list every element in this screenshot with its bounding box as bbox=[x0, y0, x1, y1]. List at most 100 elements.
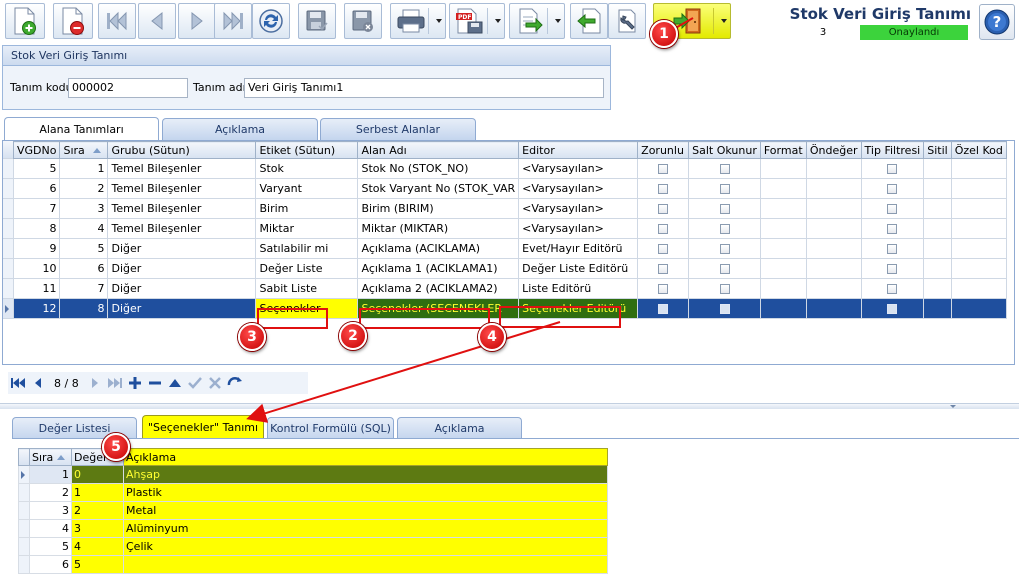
nav-edit-button[interactable] bbox=[165, 374, 185, 392]
cell-options-aciklama[interactable]: Plastik bbox=[123, 483, 608, 502]
nav-cancel-button[interactable] bbox=[205, 374, 225, 392]
cell-vgdno[interactable]: 11 bbox=[12, 278, 61, 299]
cell-salt-okunur[interactable] bbox=[688, 218, 761, 239]
cell-grubu[interactable]: Diğer bbox=[107, 298, 257, 319]
cell-tip-filtresi[interactable] bbox=[860, 198, 925, 219]
panel-splitter[interactable] bbox=[0, 403, 1019, 409]
cell-zorunlu[interactable] bbox=[637, 218, 690, 239]
checkbox[interactable] bbox=[887, 304, 898, 314]
cell-options-sira[interactable]: 2 bbox=[29, 483, 72, 502]
nav-append-button[interactable] bbox=[125, 374, 145, 392]
col-ondeger[interactable]: Öndeğer bbox=[805, 141, 862, 159]
export-button[interactable] bbox=[509, 3, 565, 39]
cell-options-aciklama[interactable]: Alüminyum bbox=[123, 519, 608, 538]
cell-options-deger[interactable]: 1 bbox=[71, 483, 124, 502]
cell-format[interactable] bbox=[759, 238, 807, 259]
cell-options-deger[interactable]: 3 bbox=[71, 519, 124, 538]
cell-editor[interactable]: Değer Liste Editörü bbox=[518, 258, 639, 279]
cell-ozel-kod[interactable] bbox=[950, 258, 1007, 279]
cell-grubu[interactable]: Diğer bbox=[107, 238, 257, 259]
col-format[interactable]: Format bbox=[759, 141, 807, 159]
checkbox[interactable] bbox=[719, 304, 730, 314]
list-item[interactable]: 3 2 Metal bbox=[18, 501, 608, 520]
cell-options-aciklama[interactable] bbox=[123, 555, 608, 574]
cell-format[interactable] bbox=[759, 178, 807, 199]
cell-ondeger[interactable] bbox=[805, 298, 862, 319]
cell-sira[interactable]: 8 bbox=[59, 298, 109, 319]
last-record-button[interactable] bbox=[214, 3, 252, 39]
checkbox[interactable] bbox=[658, 184, 669, 194]
cell-format[interactable] bbox=[759, 258, 807, 279]
col-salt-okunur[interactable]: Salt Okunur bbox=[688, 141, 761, 159]
cell-sira[interactable]: 1 bbox=[59, 158, 109, 179]
cell-format[interactable] bbox=[759, 278, 807, 299]
cell-salt-okunur[interactable] bbox=[688, 258, 761, 279]
delete-button[interactable] bbox=[53, 3, 93, 39]
first-record-button[interactable] bbox=[98, 3, 136, 39]
cell-alan-adi[interactable]: Miktar (MIKTAR) bbox=[357, 218, 520, 239]
table-row[interactable]: 9 5 Diğer Satılabilir mi Açıklama (ACIKL… bbox=[12, 238, 1007, 259]
cell-editor[interactable]: <Varysayılan> bbox=[518, 218, 639, 239]
nav-first-button[interactable] bbox=[8, 374, 28, 392]
new-button[interactable] bbox=[5, 3, 45, 39]
col-etiket[interactable]: Etiket (Sütun) bbox=[255, 141, 359, 159]
checkbox[interactable] bbox=[887, 244, 898, 254]
list-item[interactable]: 5 4 Çelik bbox=[18, 537, 608, 556]
cell-alan-adi[interactable]: Açıklama 2 (ACIKLAMA2) bbox=[357, 278, 520, 299]
checkbox[interactable] bbox=[887, 204, 898, 214]
cell-grubu[interactable]: Temel Bileşenler bbox=[107, 178, 257, 199]
list-item[interactable]: 2 1 Plastik bbox=[18, 483, 608, 502]
cell-editor[interactable]: <Varysayılan> bbox=[518, 178, 639, 199]
list-item-selected[interactable]: 1 0 Ahşap bbox=[18, 465, 608, 484]
code-input[interactable]: 000002 bbox=[68, 78, 188, 98]
import-button[interactable] bbox=[570, 3, 608, 39]
cell-ondeger[interactable] bbox=[805, 178, 862, 199]
cell-options-deger[interactable]: 2 bbox=[71, 501, 124, 520]
cell-tip-filtresi[interactable] bbox=[860, 258, 925, 279]
cell-options-sira[interactable]: 5 bbox=[29, 537, 72, 556]
cell-grubu[interactable]: Temel Bileşenler bbox=[107, 198, 257, 219]
cell-options-aciklama[interactable]: Ahşap bbox=[123, 465, 608, 484]
table-row[interactable]: 7 3 Temel Bileşenler Birim Birim (BIRIM)… bbox=[12, 198, 1007, 219]
checkbox[interactable] bbox=[887, 164, 898, 174]
col-options-sira[interactable]: Sıra bbox=[29, 448, 72, 466]
cell-sira[interactable]: 2 bbox=[59, 178, 109, 199]
list-item[interactable]: 4 3 Alüminyum bbox=[18, 519, 608, 538]
checkbox[interactable] bbox=[887, 264, 898, 274]
nav-previous-button[interactable] bbox=[28, 374, 48, 392]
tab-lower-description[interactable]: Açıklama bbox=[397, 417, 522, 439]
cell-ondeger[interactable] bbox=[805, 278, 862, 299]
cell-sitil[interactable] bbox=[923, 258, 952, 279]
cell-sira[interactable]: 7 bbox=[59, 278, 109, 299]
cell-sitil[interactable] bbox=[923, 238, 952, 259]
cell-zorunlu[interactable] bbox=[637, 178, 690, 199]
name-input[interactable]: Veri Giriş Tanımı1 bbox=[244, 78, 604, 98]
cell-options-aciklama[interactable]: Çelik bbox=[123, 537, 608, 556]
cell-ondeger[interactable] bbox=[805, 238, 862, 259]
cell-format[interactable] bbox=[759, 158, 807, 179]
cell-sitil[interactable] bbox=[923, 158, 952, 179]
cell-salt-okunur[interactable] bbox=[688, 158, 761, 179]
cell-sitil[interactable] bbox=[923, 198, 952, 219]
checkbox[interactable] bbox=[658, 244, 669, 254]
pdf-export-button[interactable]: PDF bbox=[449, 3, 505, 39]
cell-sitil[interactable] bbox=[923, 178, 952, 199]
cell-vgdno[interactable]: 6 bbox=[12, 178, 61, 199]
cell-sira[interactable]: 6 bbox=[59, 258, 109, 279]
cell-tip-filtresi[interactable] bbox=[860, 158, 925, 179]
cell-zorunlu[interactable] bbox=[637, 198, 690, 219]
cell-ozel-kod[interactable] bbox=[950, 218, 1007, 239]
cell-vgdno[interactable]: 10 bbox=[12, 258, 61, 279]
tab-field-definitions[interactable]: Alana Tanımları bbox=[4, 117, 159, 141]
cell-zorunlu[interactable] bbox=[637, 278, 690, 299]
checkbox[interactable] bbox=[658, 164, 669, 174]
cell-tip-filtresi[interactable] bbox=[860, 178, 925, 199]
cell-options-deger[interactable]: 4 bbox=[71, 537, 124, 556]
col-vgdno[interactable]: VGDNo bbox=[12, 141, 61, 159]
cancel-save-button[interactable] bbox=[344, 3, 382, 39]
checkbox[interactable] bbox=[719, 184, 730, 194]
col-sira[interactable]: Sıra bbox=[59, 141, 109, 159]
checkbox[interactable] bbox=[719, 204, 730, 214]
cell-ondeger[interactable] bbox=[805, 198, 862, 219]
cell-sitil[interactable] bbox=[923, 218, 952, 239]
